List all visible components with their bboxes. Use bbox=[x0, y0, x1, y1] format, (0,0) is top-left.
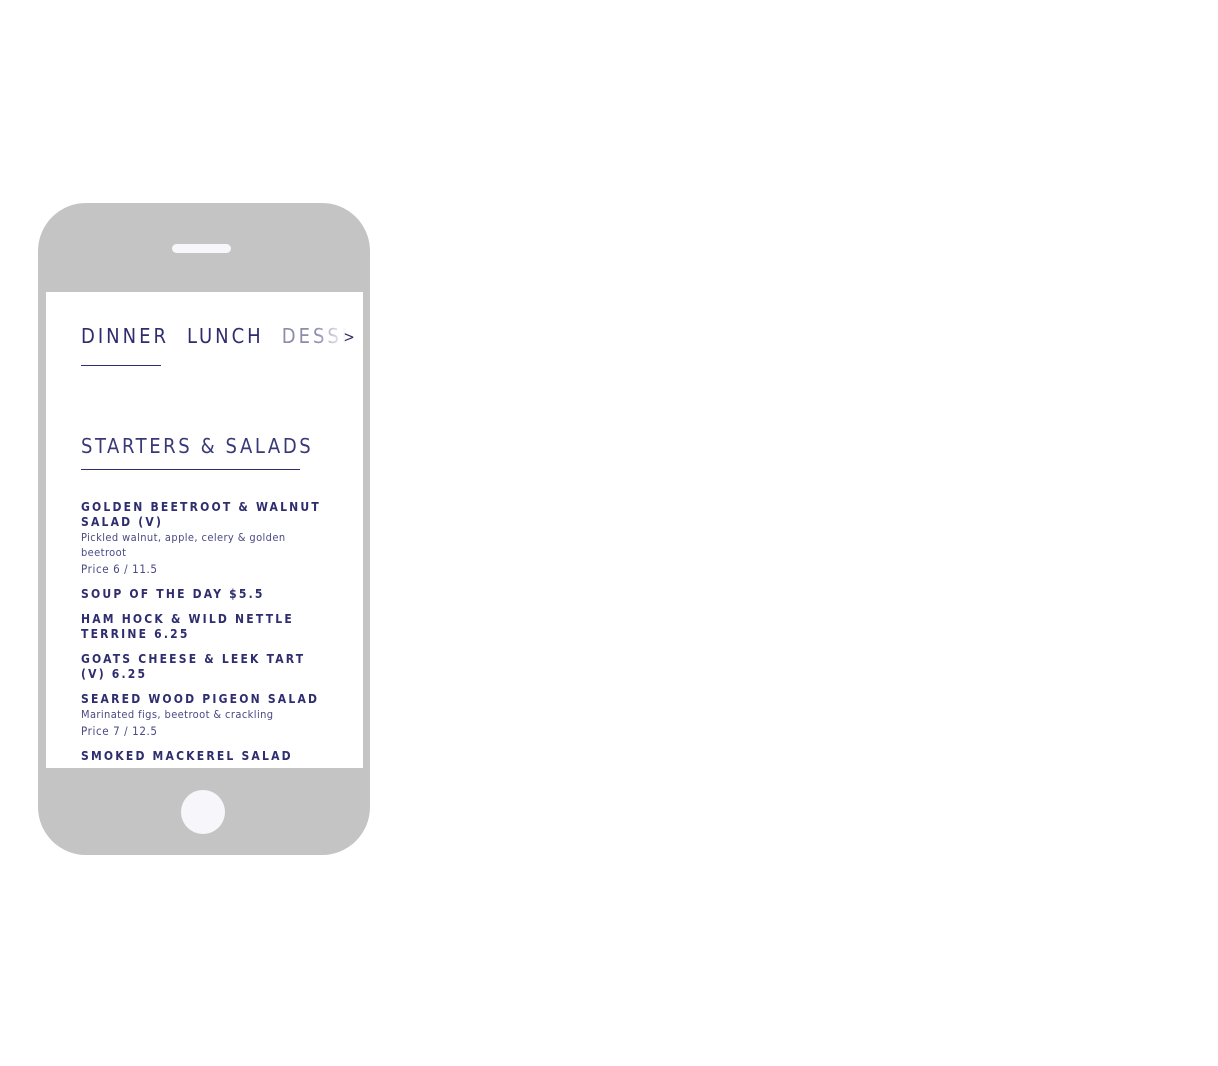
section-title: STARTERS & SALADS bbox=[81, 434, 314, 458]
item-description: Marinated figs, beetroot & crackling bbox=[81, 708, 274, 721]
menu-items-list: GOLDEN BEETROOT & WALNUT SALAD (V) Pickl… bbox=[81, 500, 321, 768]
tab-dinner[interactable]: DINNER bbox=[81, 322, 169, 350]
phone-frame: DINNERLUNCHDESSER > STARTERS & SALADS GO… bbox=[38, 203, 370, 855]
list-item: SOUP OF THE DAY $5.5 bbox=[81, 587, 321, 602]
section-title-underline bbox=[81, 469, 300, 470]
list-item: GOATS CHEESE & LEEK TART (V) 6.25 bbox=[81, 652, 321, 682]
home-button[interactable] bbox=[181, 790, 225, 834]
item-name: HAM HOCK & WILD NETTLE TERRINE 6.25 bbox=[81, 612, 294, 641]
phone-speaker bbox=[172, 244, 231, 253]
item-name: SEARED WOOD PIGEON SALAD bbox=[81, 692, 320, 706]
active-tab-indicator bbox=[81, 365, 161, 366]
list-item: SEARED WOOD PIGEON SALAD Marinated figs,… bbox=[81, 692, 321, 739]
list-item: GOLDEN BEETROOT & WALNUT SALAD (V) Pickl… bbox=[81, 500, 321, 577]
list-item: HAM HOCK & WILD NETTLE TERRINE 6.25 bbox=[81, 612, 321, 642]
item-name: GOLDEN BEETROOT & WALNUT SALAD (V) bbox=[81, 500, 321, 529]
item-name: GOATS CHEESE & LEEK TART (V) 6.25 bbox=[81, 652, 306, 681]
item-price: Price 6 / 11.5 bbox=[81, 562, 158, 576]
list-item: SMOKED MACKEREL SALAD bbox=[81, 749, 321, 764]
item-name: SMOKED MACKEREL SALAD bbox=[81, 749, 293, 763]
tabs-next-arrow-icon[interactable]: > bbox=[340, 324, 358, 350]
phone-screen[interactable]: DINNERLUNCHDESSER > STARTERS & SALADS GO… bbox=[46, 292, 363, 768]
item-name: SOUP OF THE DAY $5.5 bbox=[81, 587, 265, 601]
item-description: Pickled walnut, apple, celery & golden b… bbox=[81, 531, 286, 559]
tab-lunch[interactable]: LUNCH bbox=[187, 322, 264, 350]
item-price: Price 7 / 12.5 bbox=[81, 724, 158, 738]
